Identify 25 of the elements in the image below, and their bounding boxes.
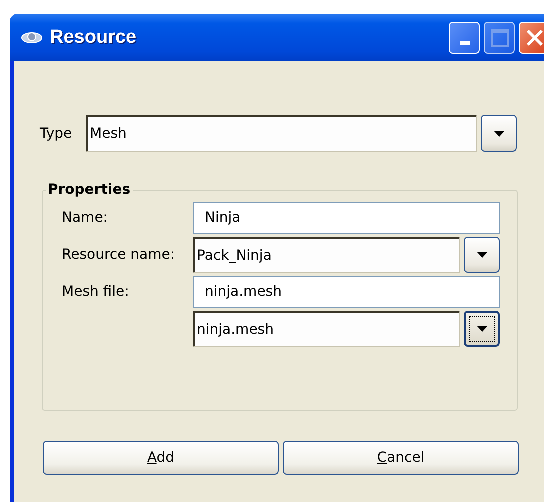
- close-button[interactable]: [519, 22, 544, 54]
- add-button[interactable]: Add: [43, 441, 279, 475]
- maximize-icon: [490, 28, 508, 46]
- window-title: Resource: [50, 26, 138, 48]
- field-label: Name:: [62, 210, 110, 226]
- text-field[interactable]: ninja.mesh: [193, 276, 500, 308]
- caret-icon: [476, 326, 488, 332]
- text-field[interactable]: Ninja: [193, 202, 500, 234]
- field-label: Mesh file:: [62, 284, 130, 300]
- group-title: Properties: [47, 182, 132, 198]
- minimize-icon: [460, 40, 470, 44]
- minimize-button[interactable]: [449, 22, 480, 54]
- dropdown-field[interactable]: Mesh: [86, 115, 477, 152]
- dropdown-field[interactable]: Pack_Ninja: [193, 237, 460, 273]
- caret-icon: [476, 252, 488, 258]
- dropdown-button[interactable]: [481, 115, 517, 152]
- field-label: Resource name:: [62, 247, 176, 263]
- maximize-button[interactable]: [484, 22, 515, 54]
- dropdown-field[interactable]: ninja.mesh: [193, 311, 460, 347]
- dropdown-button[interactable]: [464, 237, 500, 273]
- dropdown-button[interactable]: [464, 311, 500, 347]
- caret-icon: [494, 130, 504, 136]
- close-icon: [526, 28, 544, 46]
- type-label: Type: [40, 126, 74, 142]
- cancel-button[interactable]: Cancel: [283, 441, 519, 475]
